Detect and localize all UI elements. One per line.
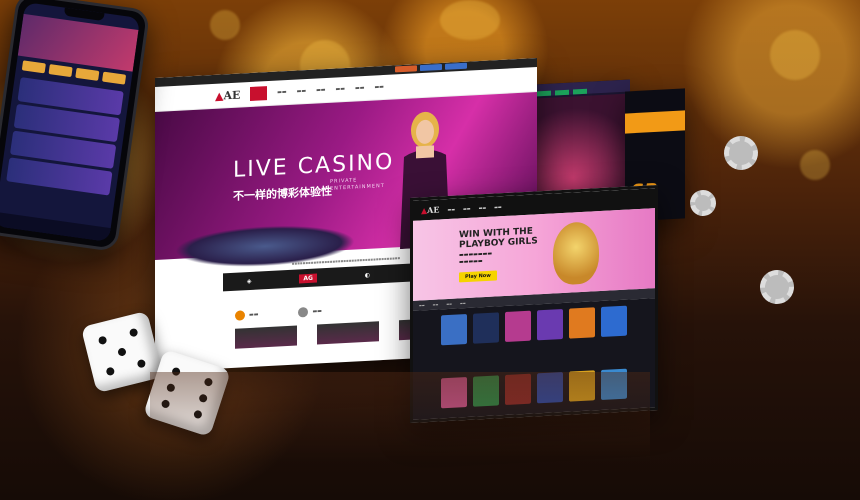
category-icon[interactable] xyxy=(75,67,100,81)
orange-stripe xyxy=(625,110,685,134)
ae-logo[interactable]: ▲AE xyxy=(421,204,439,215)
banner-subtext: ▬▬▬▬▬▬▬ ▬▬▬▬▬ xyxy=(459,250,493,266)
bokeh-light xyxy=(770,30,820,80)
casino-chip xyxy=(687,187,719,219)
nav-item[interactable]: ▬▬ xyxy=(336,86,345,92)
casino-chip xyxy=(753,263,801,311)
nav-item[interactable]: ▬▬ xyxy=(494,204,502,209)
game-tile[interactable] xyxy=(537,308,563,341)
play-now-button[interactable]: Play Now xyxy=(459,270,497,283)
game-tile[interactable] xyxy=(601,305,627,337)
provider-logo[interactable]: ◐ xyxy=(365,271,370,278)
floor-reflection xyxy=(150,372,650,462)
nav-item[interactable]: ▬▬ xyxy=(316,87,325,93)
provider-logo[interactable]: ◈ xyxy=(247,277,252,284)
category-item[interactable]: ▬▬ xyxy=(298,306,322,318)
game-tile[interactable] xyxy=(441,314,467,346)
language-button[interactable] xyxy=(445,62,467,70)
ae-logo[interactable]: ▲AE xyxy=(215,88,240,102)
tab[interactable]: ▬▬ xyxy=(419,303,425,307)
nav-item[interactable]: ▬▬ xyxy=(297,88,306,94)
bokeh-light xyxy=(210,10,240,40)
category-icon[interactable] xyxy=(21,60,46,74)
hero-tagline: PRIVATE ENTERTAINMENT xyxy=(330,177,385,192)
tablet-banner[interactable]: WIN WITH THE PLAYBOY GIRLS ▬▬▬▬▬▬▬ ▬▬▬▬▬ … xyxy=(413,208,655,301)
game-thumb[interactable] xyxy=(235,325,297,349)
provider-ag[interactable]: AG xyxy=(299,273,317,283)
phone-notch xyxy=(63,7,105,22)
nav-item[interactable]: ▬▬ xyxy=(355,85,364,91)
tab[interactable]: ▬▬ xyxy=(460,301,466,305)
nav-item[interactable]: ▬▬ xyxy=(447,206,455,211)
bokeh-light xyxy=(800,150,830,180)
nav-item[interactable]: ▬▬ xyxy=(463,205,471,210)
nav-item-active[interactable] xyxy=(250,86,268,102)
tab[interactable]: ▬▬ xyxy=(446,302,452,306)
phone-tab-bar xyxy=(0,211,111,242)
login-button[interactable] xyxy=(395,65,417,73)
category-icon xyxy=(298,306,309,318)
nav-item[interactable]: ▬▬ xyxy=(374,84,383,90)
tab[interactable]: ▬▬ xyxy=(433,303,439,307)
game-thumb[interactable] xyxy=(317,321,379,345)
category-icon[interactable] xyxy=(101,71,127,85)
game-tile[interactable] xyxy=(505,310,531,343)
register-button[interactable] xyxy=(420,63,442,72)
casino-chip xyxy=(719,131,763,175)
bokeh-light xyxy=(440,0,500,40)
playboy-badge-art xyxy=(553,221,599,286)
category-item[interactable]: ▬▬ xyxy=(235,310,258,321)
phone-screen xyxy=(0,2,141,242)
nav-item[interactable]: ▬▬ xyxy=(479,205,487,210)
category-icon[interactable] xyxy=(48,64,73,78)
banner-title: WIN WITH THE PLAYBOY GIRLS xyxy=(459,226,538,251)
nav-item[interactable]: ▬▬ xyxy=(277,89,286,95)
category-icon xyxy=(235,310,245,321)
game-tile[interactable] xyxy=(473,312,499,344)
phone-device xyxy=(0,0,151,253)
phone-game-list xyxy=(0,76,129,196)
game-tile[interactable] xyxy=(569,307,595,339)
hero-subtitle: 不一样的博彩体验性 xyxy=(233,184,332,203)
